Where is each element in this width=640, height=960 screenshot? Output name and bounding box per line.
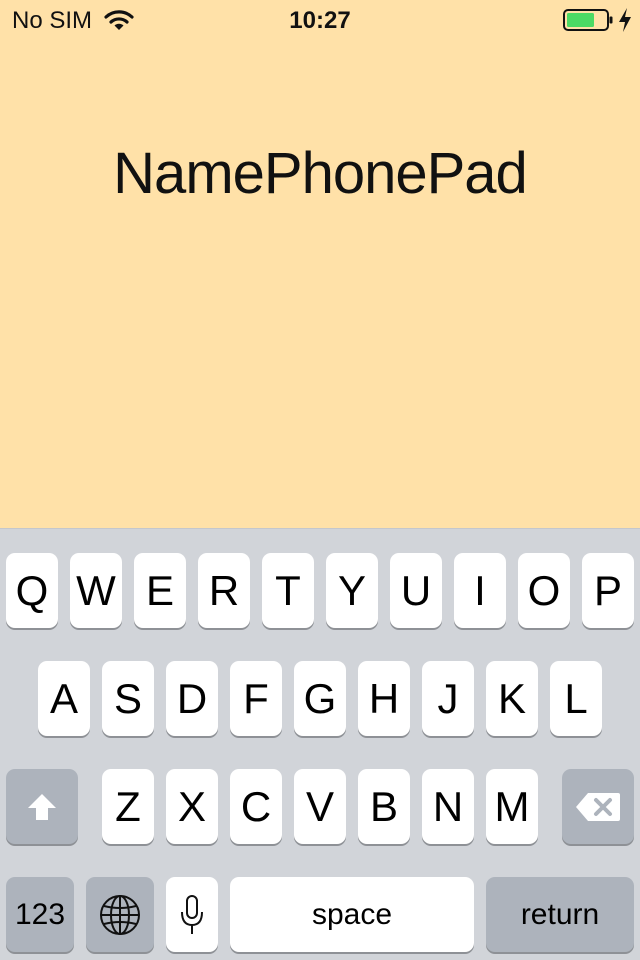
key-q[interactable]: Q bbox=[6, 553, 58, 628]
status-bar: No SIM 10:27 bbox=[0, 0, 640, 40]
key-l[interactable]: L bbox=[550, 661, 602, 736]
key-k[interactable]: K bbox=[486, 661, 538, 736]
key-p[interactable]: P bbox=[582, 553, 634, 628]
key-label: R bbox=[208, 566, 240, 614]
key-r[interactable]: R bbox=[198, 553, 250, 628]
key-m[interactable]: M bbox=[486, 769, 538, 844]
key-label: O bbox=[527, 566, 561, 614]
key-j[interactable]: J bbox=[422, 661, 474, 736]
key-g[interactable]: G bbox=[294, 661, 346, 736]
delete-icon bbox=[576, 792, 620, 821]
globe-key[interactable] bbox=[86, 877, 154, 952]
key-s[interactable]: S bbox=[102, 661, 154, 736]
key-u[interactable]: U bbox=[390, 553, 442, 628]
key-label: C bbox=[240, 782, 272, 830]
key-label: U bbox=[400, 566, 432, 614]
key-label: F bbox=[243, 674, 269, 722]
key-label: Q bbox=[15, 566, 49, 614]
key-label: B bbox=[369, 782, 398, 830]
key-label: V bbox=[305, 782, 334, 830]
key-e[interactable]: E bbox=[134, 553, 186, 628]
key-n[interactable]: N bbox=[422, 769, 474, 844]
battery-icon bbox=[563, 9, 613, 31]
page-title: NamePhonePad bbox=[113, 141, 528, 206]
screen: No SIM 10:27 NamePhonePad Q W E R T Y U … bbox=[0, 0, 640, 960]
delete-key[interactable] bbox=[562, 769, 634, 844]
key-label: S bbox=[113, 674, 142, 722]
key-label: J bbox=[437, 674, 459, 722]
space-key-label: space bbox=[311, 897, 393, 931]
key-y[interactable]: Y bbox=[326, 553, 378, 628]
key-label: N bbox=[432, 782, 464, 830]
key-label: H bbox=[368, 674, 400, 722]
key-label: X bbox=[177, 782, 206, 830]
key-d[interactable]: D bbox=[166, 661, 218, 736]
key-label: Y bbox=[337, 566, 366, 614]
key-label: I bbox=[474, 566, 486, 614]
key-w[interactable]: W bbox=[70, 553, 122, 628]
shift-icon bbox=[28, 793, 56, 820]
shift-key[interactable] bbox=[6, 769, 78, 844]
key-label: T bbox=[275, 566, 301, 614]
key-a[interactable]: A bbox=[38, 661, 90, 736]
key-label: E bbox=[145, 566, 174, 614]
dictation-key[interactable] bbox=[166, 877, 218, 952]
microphone-icon bbox=[181, 894, 203, 934]
key-label: P bbox=[593, 566, 622, 614]
key-v[interactable]: V bbox=[294, 769, 346, 844]
key-b[interactable]: B bbox=[358, 769, 410, 844]
key-label: K bbox=[497, 674, 526, 722]
key-c[interactable]: C bbox=[230, 769, 282, 844]
key-label: A bbox=[49, 674, 78, 722]
key-i[interactable]: I bbox=[454, 553, 506, 628]
keyboard: Q W E R T Y U I O P A S D F G H J K L Z … bbox=[0, 528, 640, 960]
key-label: M bbox=[494, 782, 530, 830]
key-f[interactable]: F bbox=[230, 661, 282, 736]
key-label: G bbox=[303, 674, 337, 722]
charging-icon bbox=[619, 8, 631, 32]
return-key[interactable]: return bbox=[486, 877, 634, 952]
globe-icon bbox=[100, 894, 140, 935]
return-key-label: return bbox=[520, 897, 600, 931]
key-label: L bbox=[564, 674, 588, 722]
numbers-key-label: 123 bbox=[14, 897, 66, 931]
numbers-key[interactable]: 123 bbox=[6, 877, 74, 952]
key-label: D bbox=[176, 674, 208, 722]
key-t[interactable]: T bbox=[262, 553, 314, 628]
clock: 10:27 bbox=[289, 7, 351, 34]
key-x[interactable]: X bbox=[166, 769, 218, 844]
space-key[interactable]: space bbox=[230, 877, 474, 952]
key-label: W bbox=[76, 566, 116, 614]
key-z[interactable]: Z bbox=[102, 769, 154, 844]
key-h[interactable]: H bbox=[358, 661, 410, 736]
key-label: Z bbox=[115, 782, 141, 830]
key-o[interactable]: O bbox=[518, 553, 570, 628]
